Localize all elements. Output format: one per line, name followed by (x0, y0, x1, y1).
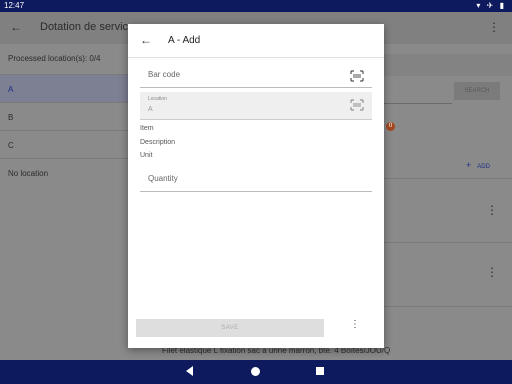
location-list: Processed location(s): 0/4 A B C No loca… (0, 44, 128, 360)
search-button[interactable]: SEARCH (454, 82, 500, 100)
system-nav-bar (0, 360, 512, 384)
add-label: ADD (477, 164, 490, 170)
save-button[interactable]: SAVE (136, 319, 324, 337)
status-bar: 12:47 ▾ ✈ ▮ (0, 0, 512, 12)
more-vert-icon[interactable]: ⋮ (486, 204, 498, 216)
divider (384, 178, 512, 179)
location-item-a[interactable]: A (0, 74, 128, 102)
status-time: 12:47 (4, 1, 25, 10)
count-badge: 0 (386, 122, 395, 131)
dialog-title: A - Add (168, 35, 201, 46)
battery-icon: ▮ (499, 1, 506, 10)
app-title: Dotation de service (40, 21, 135, 33)
barcode-scan-icon[interactable] (350, 70, 364, 82)
quantity-field[interactable]: Quantity (140, 168, 372, 192)
add-button[interactable]: + ADD (466, 160, 490, 170)
item-label: Item (140, 125, 154, 132)
plus-icon: + (466, 160, 472, 170)
add-dialog: ← A - Add Bar code Location A Item Descr… (128, 24, 384, 348)
location-item-c[interactable]: C (0, 130, 128, 158)
quantity-placeholder: Quantity (148, 174, 178, 183)
more-vert-icon[interactable]: ⋮ (350, 320, 360, 330)
wifi-icon: ▾ (476, 1, 483, 10)
location-label: Location (148, 96, 167, 102)
panel-header (384, 54, 512, 76)
more-vert-icon[interactable]: ⋮ (486, 266, 498, 278)
barcode-placeholder: Bar code (148, 70, 181, 79)
airplane-icon: ✈ (486, 1, 496, 10)
item-panel: SEARCH 0 + ADD ⋮ ⋮ (384, 44, 512, 360)
nav-recents-icon[interactable] (316, 367, 324, 375)
barcode-field[interactable]: Bar code (140, 64, 372, 88)
search-input[interactable] (384, 84, 452, 104)
divider (384, 242, 512, 243)
processed-count: Processed location(s): 0/4 (8, 54, 101, 63)
location-item-none[interactable]: No location (0, 158, 128, 186)
location-item-b[interactable]: B (0, 102, 128, 130)
location-field: Location A (140, 92, 372, 120)
nav-back-icon[interactable] (186, 366, 193, 376)
dialog-header: ← A - Add (128, 24, 384, 58)
arrow-back-icon[interactable]: ← (10, 20, 22, 34)
status-icons: ▾ ✈ ▮ (476, 1, 506, 10)
nav-home-icon[interactable] (251, 367, 260, 376)
location-value: A (148, 106, 153, 113)
description-label: Description (140, 139, 176, 146)
arrow-back-icon[interactable]: ← (140, 33, 152, 47)
unit-label: Unit (140, 152, 153, 159)
barcode-scan-icon[interactable] (350, 99, 364, 111)
divider (384, 306, 512, 307)
more-vert-icon[interactable]: ⋮ (488, 20, 500, 34)
